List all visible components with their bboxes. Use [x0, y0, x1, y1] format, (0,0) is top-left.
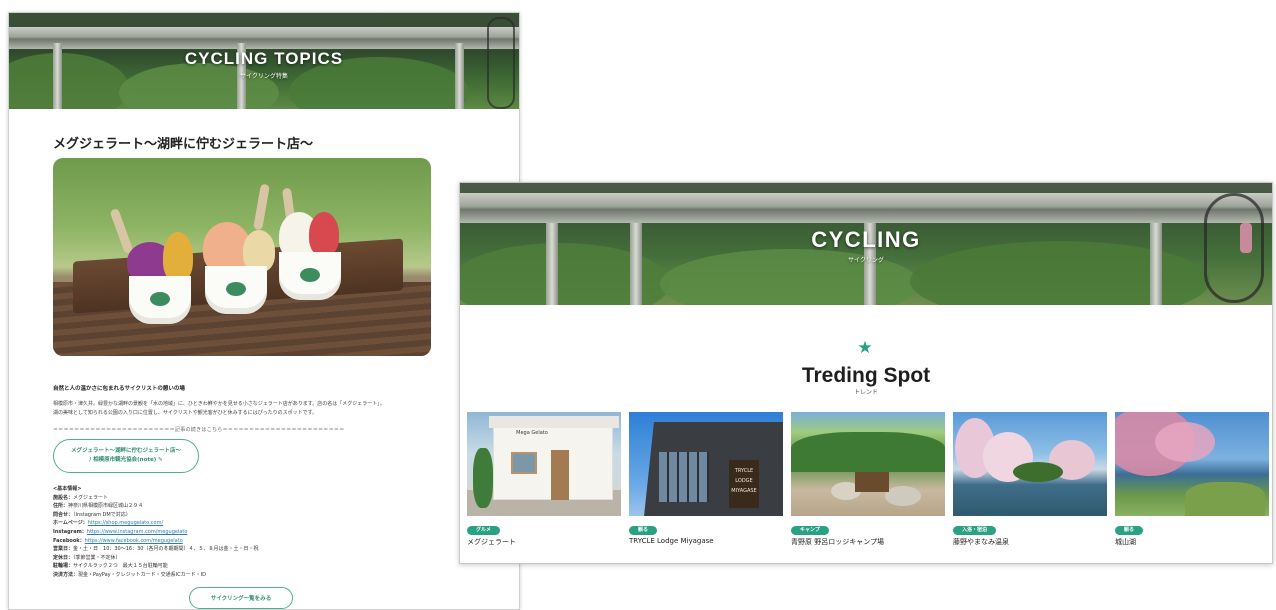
info-value: 現金・PayPay・クレジットカード・交通系ICカード・ID	[78, 571, 206, 578]
category-tag: グルメ	[467, 526, 501, 535]
cycling-topics-page: CYCLING TOPICS サイクリング特集 メグジェラート〜湖畔に佇むジェラ…	[8, 12, 520, 610]
info-value: （季節営業・不定休）	[73, 554, 121, 561]
info-label: Instagram：	[53, 528, 87, 535]
info-row: Instagram：https://www.instagram.com/megu…	[53, 528, 475, 537]
hero-banner: CYCLING TOPICS サイクリング特集	[9, 13, 519, 109]
spot-card[interactable]: Mega Gelato グルメ メグジェラート	[467, 412, 621, 547]
note-button-line1: メグジェラート〜湖畔に佇むジェラート店〜	[70, 448, 181, 454]
spot-card[interactable]: キャンプ 青野原 野呂ロッジキャンプ場	[791, 412, 945, 547]
info-label: 問合せ：	[53, 511, 74, 518]
spoon	[109, 207, 134, 255]
info-label: 駐輪場：	[53, 563, 74, 570]
gelato-cup	[279, 252, 341, 300]
info-row: 営業日：金・土・日 10：30〜16：30（各月の冬期期間）４、５、８月は金・土…	[53, 545, 475, 554]
note-article-link-button[interactable]: メグジェラート〜湖畔に佇むジェラート店〜 / 相模原市観光協会(note) ✎	[53, 439, 199, 473]
category-tag: キャンプ	[791, 526, 829, 535]
gelato-photo	[53, 158, 431, 356]
edit-icon: ✎	[158, 457, 163, 463]
homepage-link[interactable]: https://shop.megugelato.com/	[88, 520, 163, 526]
info-label: Facebook：	[53, 537, 85, 544]
gelato-scoop	[309, 212, 339, 256]
guardrail	[460, 193, 1272, 223]
hero-subtitle: サイクリング特集	[240, 73, 288, 80]
hero-title: CYCLING TOPICS	[184, 49, 344, 68]
info-row: 問合せ：（Instagram DMで対応）	[53, 511, 475, 520]
cup-logo-icon	[298, 266, 322, 284]
spoon	[253, 183, 270, 231]
hero-title: CYCLING	[811, 227, 921, 252]
note-button-line2-text: / 相模原市観光協会(note)	[89, 457, 157, 463]
instagram-link[interactable]: https://www.instagram.com/megugelato	[87, 529, 188, 535]
info-label: 住所：	[53, 503, 69, 510]
info-row: 定休日：（季節営業・不定休）	[53, 554, 475, 563]
info-value: メグジェラート	[73, 494, 109, 501]
info-heading: <基本情報>	[53, 486, 82, 492]
section-subtitle: トレンド	[853, 389, 878, 396]
info-row: 決済方法：現金・PayPay・クレジットカード・交通系ICカード・ID	[53, 571, 475, 580]
category-tag: 観る	[629, 526, 658, 535]
article-title: メグジェラート〜湖畔に佇むジェラート店〜	[53, 137, 314, 152]
cycling-page: CYCLING サイクリング ★ Treding Spot トレンド Mega …	[459, 182, 1273, 564]
spot-photo	[1115, 412, 1269, 516]
hero-banner: CYCLING サイクリング	[460, 183, 1272, 305]
gelato-cup	[129, 276, 191, 324]
info-row: 施設名：メグジェラート	[53, 494, 475, 503]
section-title: Treding Spot	[801, 364, 931, 387]
foliage	[119, 63, 279, 109]
spot-photo: Mega Gelato	[467, 412, 621, 516]
spot-photo	[953, 412, 1107, 516]
spot-name: 城山湖	[1115, 538, 1136, 546]
info-label: 営業日：	[53, 546, 74, 553]
facebook-link[interactable]: https://www.facebook.com/megugelato	[85, 538, 183, 544]
lodge-sign: TRYCLE LODGE MIYAGASE	[729, 460, 759, 508]
spot-name: TRYCLE Lodge Miyagase	[629, 537, 714, 545]
trending-spot-list: Mega Gelato グルメ メグジェラート TRYCLE LODGE MIY…	[467, 412, 1269, 547]
note-button-line2: / 相模原市観光協会(note) ✎	[89, 456, 163, 465]
category-tag: 観る	[1115, 526, 1144, 535]
info-row: Facebook：https://www.facebook.com/meguge…	[53, 537, 475, 546]
basic-info: <基本情報> 施設名：メグジェラート 住所：神奈川県相模原市緑区城山２９４ 問合…	[53, 485, 475, 580]
continue-separator: ＝＝＝＝＝＝＝＝＝＝＝＝＝＝＝＝＝＝＝＝＝＝＝記事の続きはこちら＝＝＝＝＝＝＝＝…	[53, 427, 345, 433]
view-cycling-list-button[interactable]: サイクリング一覧をみる	[189, 587, 293, 609]
info-row: 駐輪場：サイクルラック２つ 最大１５台駐輪可能	[53, 562, 475, 571]
article-paragraph: 相模原市・津久井。緑豊かな湖畔の景観を「水の地域」に、ひときわ鮮やかを見せる小さ…	[53, 400, 475, 418]
spot-card[interactable]: 入浴・宿泊 藤野やまなみ温泉	[953, 412, 1107, 547]
section-heading: 自然と人の温かさに包まれるサイクリストの憩いの場	[53, 386, 185, 392]
gelato-cup	[205, 266, 267, 314]
info-value: 金・土・日 10：30〜16：30（各月の冬期期間）４、５、８月は金・土・日・祝	[73, 546, 259, 553]
info-row: 住所：神奈川県相模原市緑区城山２９４	[53, 502, 475, 511]
hero-subtitle: サイクリング	[848, 257, 884, 264]
guardrail	[9, 27, 519, 49]
info-value: サイクルラック２つ 最大１５台駐輪可能	[73, 563, 168, 570]
spot-name: 藤野やまなみ温泉	[953, 538, 1009, 546]
star-icon: ★	[857, 338, 873, 358]
spot-card[interactable]: 観る 城山湖	[1115, 412, 1269, 547]
cup-logo-icon	[224, 280, 248, 298]
spot-card[interactable]: TRYCLE LODGE MIYAGASE 観る TRYCLE Lodge Mi…	[629, 412, 783, 547]
gelato-scoop	[163, 232, 193, 282]
spot-name: メグジェラート	[467, 538, 516, 546]
info-label: 施設名：	[53, 494, 74, 501]
category-tag: 入浴・宿泊	[953, 526, 997, 535]
paragraph-line: 相模原市・津久井。緑豊かな湖畔の景観を「水の地域」に、ひときわ鮮やかを見せる小さ…	[53, 401, 385, 407]
shop-sign: Mega Gelato	[516, 430, 548, 436]
spot-name: 青野原 野呂ロッジキャンプ場	[791, 538, 885, 546]
info-value: （Instagram DMで対応）	[73, 511, 131, 518]
info-row: ホームページ：https://shop.megugelato.com/	[53, 519, 475, 528]
info-value: 神奈川県相模原市緑区城山２９４	[68, 503, 144, 510]
spot-photo: TRYCLE LODGE MIYAGASE	[629, 412, 783, 516]
info-label: 定休日：	[53, 554, 74, 561]
paragraph-line: 湖の美味として知られる公園の入り口に位置し、サイクリストや観光客がひと休みするに…	[53, 410, 318, 416]
spot-photo	[791, 412, 945, 516]
cup-logo-icon	[148, 290, 172, 308]
info-label: ホームページ：	[53, 520, 88, 527]
info-label: 決済方法：	[53, 571, 79, 578]
